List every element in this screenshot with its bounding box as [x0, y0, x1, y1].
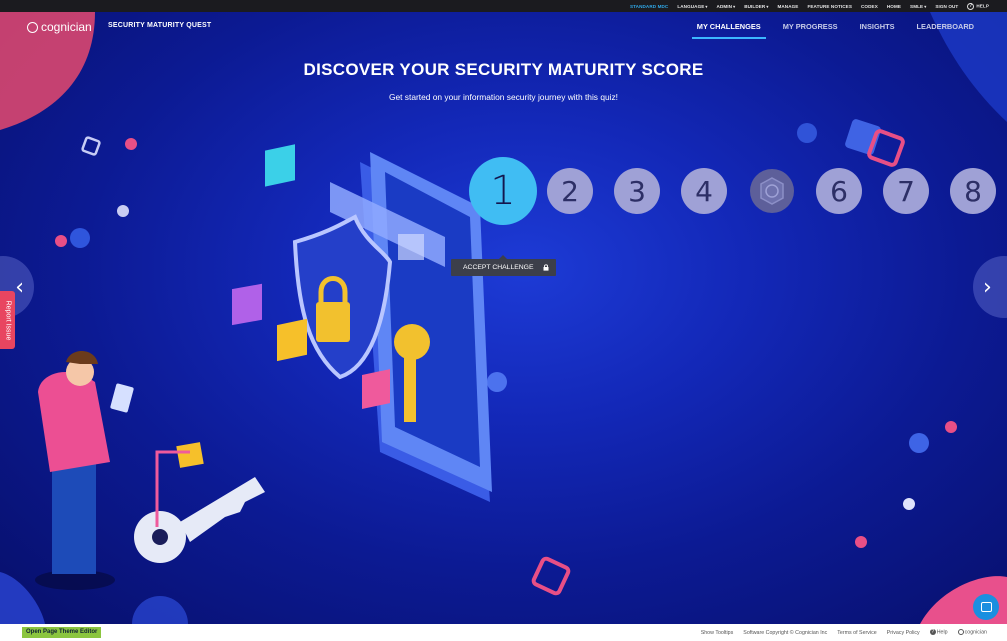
caret-down-icon: ▾: [733, 3, 736, 9]
footer-copyright: Software Copyright © Cognician Inc: [743, 629, 828, 636]
challenge-step-8[interactable]: 8: [950, 168, 996, 214]
chat-icon: [980, 602, 992, 612]
question-icon: ?: [967, 2, 975, 10]
step-number: 6: [830, 174, 848, 208]
footer-links: Show Tooltips Software Copyright © Cogni…: [701, 624, 987, 641]
page-footer: Open Page Theme Editor Show Tooltips Sof…: [0, 624, 1007, 641]
topbar-help[interactable]: ? HELP: [967, 2, 989, 10]
lock-icon: [543, 264, 549, 271]
topbar-codex[interactable]: CODEX: [861, 4, 878, 9]
step-number: 3: [628, 174, 646, 208]
logo-ring-icon: [957, 629, 964, 636]
quest-stage: cognician SECURITY MATURITY QUEST MY CHA…: [0, 12, 1007, 624]
footer-brand[interactable]: cognician: [957, 629, 987, 636]
caret-down-icon: ▾: [924, 3, 927, 9]
step-number: 7: [897, 174, 915, 208]
footer-show-tooltips[interactable]: Show Tooltips: [701, 630, 734, 636]
challenge-step-4[interactable]: 4: [681, 168, 727, 214]
challenge-step-3[interactable]: 3: [614, 168, 660, 214]
topbar-standard-mdc[interactable]: STANDARD MDC: [630, 4, 668, 9]
topbar-sign-out[interactable]: SIGN OUT: [935, 4, 958, 9]
challenge-step-7[interactable]: 7: [883, 168, 929, 214]
challenge-step-6[interactable]: 6: [816, 168, 862, 214]
topbar-admin-menu[interactable]: ADMIN▾: [717, 4, 736, 9]
topbar-smle-menu[interactable]: SMLE▾: [910, 4, 926, 9]
step-number: 1: [490, 168, 516, 214]
chevron-left-icon: ‹: [15, 274, 24, 300]
topbar-feature-notices[interactable]: FEATURE NOTICES: [807, 4, 852, 9]
footer-terms[interactable]: Terms of Service: [837, 630, 876, 636]
topbar-home[interactable]: HOME: [887, 4, 901, 9]
report-issue-label: Report Issue: [4, 300, 11, 340]
accept-challenge-button[interactable]: ACCEPT CHALLENGE: [451, 255, 556, 276]
topbar-manage[interactable]: MANAGE: [777, 4, 798, 9]
footer-help[interactable]: ? Help: [929, 629, 948, 636]
badge-icon: [760, 177, 784, 205]
admin-topbar: STANDARD MDC LANGUAGE▾ ADMIN▾ BUILDER▾ M…: [0, 0, 1007, 12]
topbar-builder-menu[interactable]: BUILDER▾: [744, 4, 768, 9]
step-number: 4: [695, 174, 713, 208]
chevron-right-icon: ›: [983, 274, 992, 300]
challenge-step-5[interactable]: [750, 169, 794, 213]
topbar-language-menu[interactable]: LANGUAGE▾: [677, 4, 707, 9]
chat-launcher-button[interactable]: [973, 594, 999, 620]
open-theme-editor-button[interactable]: Open Page Theme Editor: [22, 627, 102, 638]
step-number: 2: [561, 174, 579, 208]
question-icon: ?: [929, 629, 936, 636]
accept-challenge-label: ACCEPT CHALLENGE: [463, 264, 534, 271]
report-issue-tab[interactable]: Report Issue: [0, 291, 15, 349]
challenge-steps: 1 2 3 4 6 7 8: [0, 12, 1007, 624]
caret-down-icon: ▾: [705, 3, 708, 9]
challenge-step-1[interactable]: 1: [469, 157, 537, 225]
footer-privacy[interactable]: Privacy Policy: [887, 630, 920, 636]
step-number: 8: [964, 174, 982, 208]
caret-down-icon: ▾: [766, 3, 769, 9]
challenge-step-2[interactable]: 2: [547, 168, 593, 214]
